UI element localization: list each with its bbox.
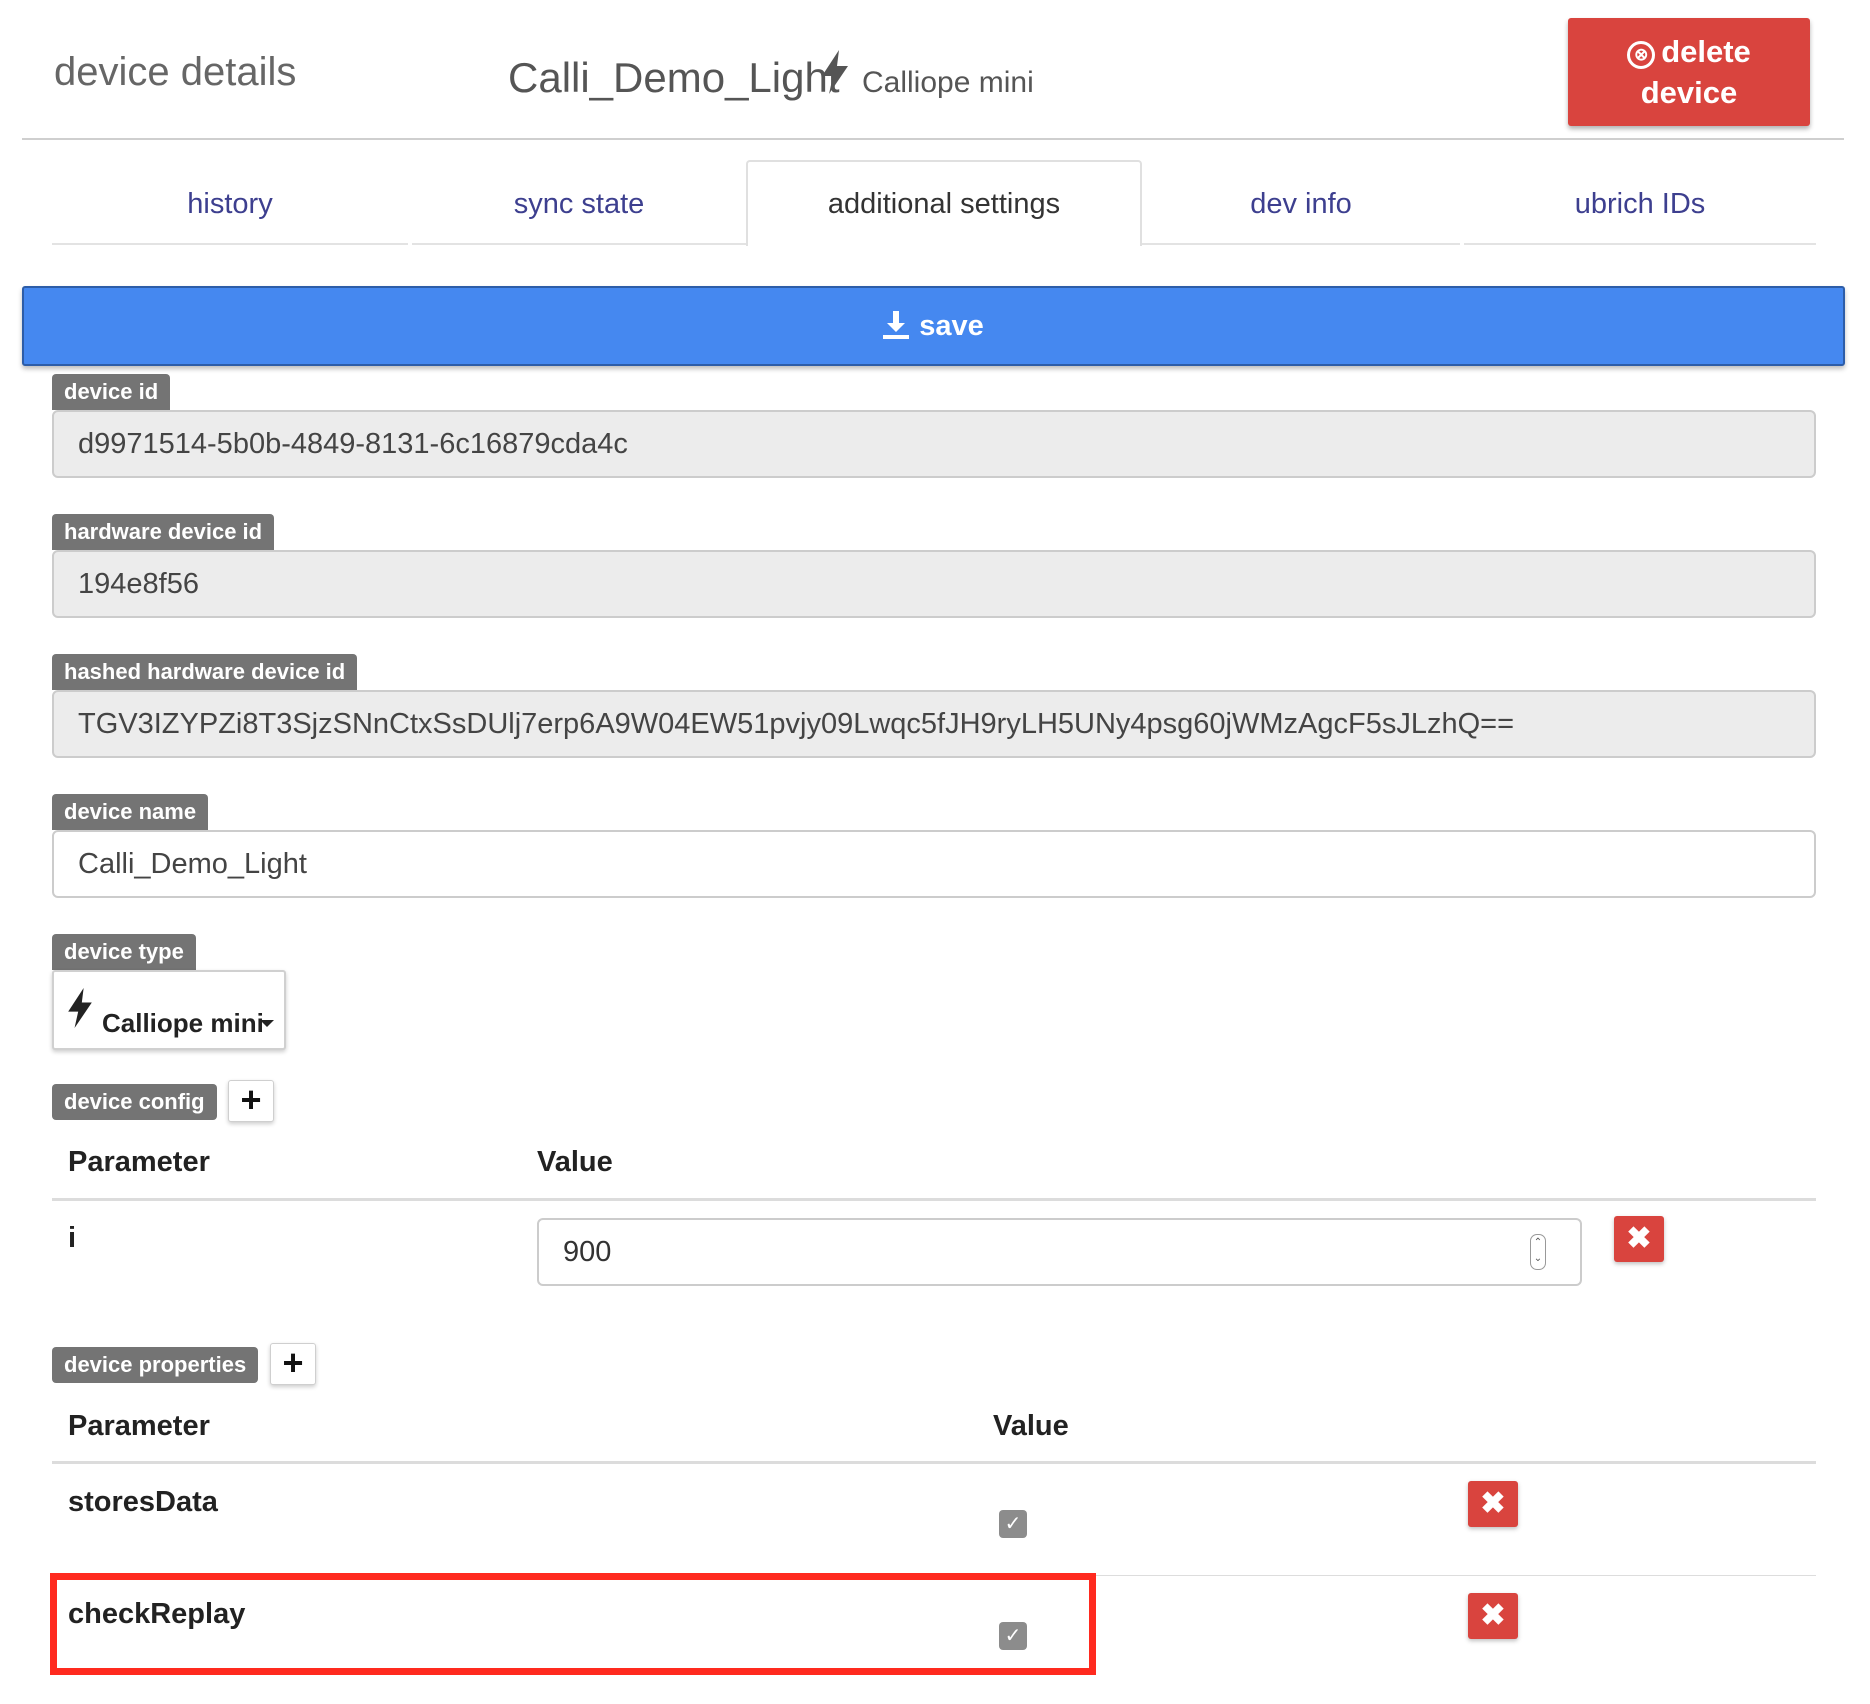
delete-checkreplay-button[interactable]: ✖	[1468, 1593, 1518, 1639]
device-type-heading: Calliope mini	[862, 66, 1034, 99]
hardware-device-id-field[interactable]: 194e8f56	[52, 550, 1816, 618]
config-value-text: 900	[563, 1236, 612, 1268]
config-value-input[interactable]: 900 ⌃ ⌄	[537, 1218, 1582, 1286]
bolt-icon	[66, 988, 94, 1035]
delete-config-row-button[interactable]: ✖	[1614, 1216, 1664, 1262]
device-id-label: device id	[52, 374, 171, 410]
device-name-input[interactable]: Calli_Demo_Light	[52, 830, 1816, 898]
delete-storesdata-button[interactable]: ✖	[1468, 1481, 1518, 1527]
page-title: device details	[54, 50, 297, 94]
spinner-icon[interactable]: ⌃ ⌄	[1530, 1234, 1546, 1270]
hashed-hardware-device-id-field[interactable]: TGV3IZYPZi8T3SjzSNnCtxSsDUlj7erp6A9W04EW…	[52, 690, 1816, 758]
delete-device-button[interactable]: ⊗ delete device	[1568, 18, 1810, 126]
hardware-device-id-label: hardware device id	[52, 514, 275, 550]
device-properties-label: device properties	[52, 1347, 259, 1383]
properties-parameter-header: Parameter	[68, 1410, 210, 1442]
device-type-label: device type	[52, 934, 196, 970]
hashed-hardware-device-id-label: hashed hardware device id	[52, 654, 358, 690]
highlight-box	[50, 1573, 1096, 1675]
properties-value-header: Value	[993, 1410, 1069, 1442]
device-id-field[interactable]: d9971514-5b0b-4849-8131-6c16879cda4c	[52, 410, 1816, 478]
property-parameter-storesdata: storesData	[68, 1486, 218, 1518]
save-label: save	[919, 310, 984, 342]
bolt-icon	[820, 50, 850, 99]
header-divider	[22, 138, 1844, 140]
tab-dev-info[interactable]: dev info	[1142, 163, 1460, 245]
caret-down-icon	[260, 1020, 274, 1027]
download-icon	[883, 311, 910, 339]
device-name-heading: Calli_Demo_Light	[508, 54, 840, 101]
tab-sync-state[interactable]: sync state	[412, 163, 746, 245]
delete-button-label-2: device	[1640, 75, 1738, 110]
tab-ubrich-ids[interactable]: ubrich IDs	[1464, 163, 1816, 245]
tab-history[interactable]: history	[52, 163, 408, 245]
storesdata-checkbox[interactable]: ✓	[999, 1510, 1027, 1538]
properties-header-rule	[52, 1461, 1816, 1464]
device-type-value: Calliope mini	[102, 1008, 264, 1038]
config-value-header: Value	[537, 1146, 613, 1178]
tab-additional-settings[interactable]: additional settings	[746, 160, 1142, 246]
config-parameter-cell: i	[68, 1222, 77, 1254]
config-parameter-header: Parameter	[68, 1146, 210, 1178]
device-type-dropdown[interactable]: Calliope mini	[52, 970, 286, 1050]
config-header-rule	[52, 1198, 1816, 1201]
add-config-button[interactable]: +	[228, 1080, 274, 1122]
delete-button-label-1: delete	[1661, 34, 1751, 69]
save-button[interactable]: save	[22, 286, 1845, 366]
device-name-label: device name	[52, 794, 209, 830]
add-property-button[interactable]: +	[270, 1343, 316, 1385]
device-config-label: device config	[52, 1084, 217, 1120]
circle-x-icon: ⊗	[1627, 41, 1656, 69]
